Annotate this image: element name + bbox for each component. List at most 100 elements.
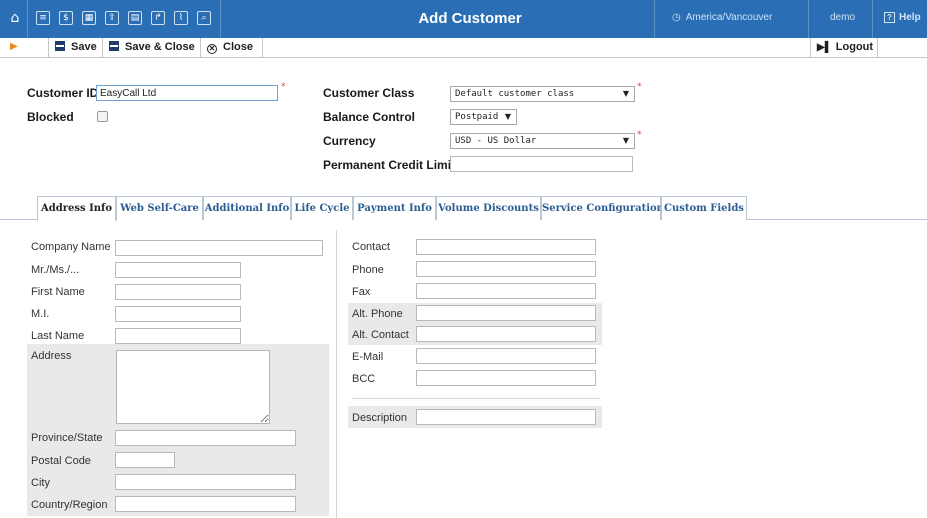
description-label: Description bbox=[352, 412, 408, 424]
customer-class-value: Default customer class bbox=[455, 89, 575, 99]
chevron-down-icon: ▼ bbox=[504, 112, 511, 121]
alt-phone-input[interactable] bbox=[416, 305, 596, 321]
company-name-label: Company Name bbox=[31, 241, 111, 253]
city-label: City bbox=[31, 477, 50, 489]
blocked-checkbox[interactable] bbox=[97, 111, 108, 122]
address-label: Address bbox=[31, 350, 72, 362]
required-mark: * bbox=[637, 130, 642, 140]
timezone-link[interactable]: ◷ America/Vancouver bbox=[672, 12, 772, 23]
phone-input[interactable] bbox=[416, 261, 596, 277]
divider bbox=[27, 0, 28, 38]
chevron-down-icon: ▼ bbox=[622, 136, 629, 145]
save-close-button[interactable]: Save & Close bbox=[103, 38, 201, 57]
save-button[interactable]: Save bbox=[48, 38, 103, 57]
tab-web-self-care[interactable]: Web Self-Care bbox=[116, 196, 203, 220]
logout-button[interactable]: ▶▌ Logout bbox=[810, 38, 878, 57]
divider bbox=[872, 0, 873, 38]
dollar-icon[interactable]: $ bbox=[59, 11, 73, 25]
last-name-label: Last Name bbox=[31, 330, 85, 342]
divider bbox=[808, 0, 809, 38]
credit-limit-input[interactable] bbox=[450, 156, 633, 172]
fax-input[interactable] bbox=[416, 283, 596, 299]
province-label: Province/State bbox=[31, 432, 103, 444]
close-label: Close bbox=[223, 41, 253, 53]
currency-label: Currency bbox=[323, 134, 376, 148]
alt-phone-label: Alt. Phone bbox=[352, 308, 403, 320]
contact-input[interactable] bbox=[416, 239, 596, 255]
upload-icon[interactable]: ⇧ bbox=[105, 11, 119, 25]
home-icon[interactable]: ⌂ bbox=[8, 11, 22, 25]
save-close-icon bbox=[109, 41, 119, 51]
tab-address-info[interactable]: Address Info bbox=[37, 196, 116, 221]
tab-payment-info[interactable]: Payment Info bbox=[353, 196, 436, 220]
top-navigation-bar: ⌂ ≡ $ ▦ ⇧ ▤ ↱ ⌇ ⌕ Add Customer ◷ America… bbox=[0, 0, 927, 38]
phone-label: Phone bbox=[352, 264, 384, 276]
transfer-icon[interactable]: ↱ bbox=[151, 11, 165, 25]
alt-contact-input[interactable] bbox=[416, 326, 596, 342]
last-name-input[interactable] bbox=[115, 328, 241, 344]
close-button[interactable]: ✕ Close bbox=[201, 38, 263, 57]
toolbar-arrow-icon: ▶ bbox=[10, 41, 18, 52]
required-mark: * bbox=[637, 82, 642, 92]
customer-id-label: Customer ID bbox=[27, 86, 99, 100]
postal-code-label: Postal Code bbox=[31, 455, 91, 467]
grid-icon[interactable]: ▦ bbox=[82, 11, 96, 25]
country-label: Country/Region bbox=[31, 499, 108, 511]
logout-label: Logout bbox=[835, 41, 874, 53]
province-input[interactable] bbox=[115, 430, 296, 446]
alt-contact-label: Alt. Contact bbox=[352, 329, 409, 341]
chart-icon[interactable]: ⌇ bbox=[174, 11, 188, 25]
balance-control-value: Postpaid bbox=[455, 112, 499, 122]
save-label: Save bbox=[71, 41, 97, 53]
mi-label: M.I. bbox=[31, 308, 50, 320]
credit-limit-label: Permanent Credit Limit bbox=[323, 158, 456, 172]
customer-class-select[interactable]: Default customer class ▼ bbox=[450, 86, 635, 102]
divider bbox=[654, 0, 655, 38]
city-input[interactable] bbox=[115, 474, 296, 490]
help-label: Help bbox=[899, 12, 921, 23]
contact-label: Contact bbox=[352, 241, 390, 253]
divider bbox=[352, 398, 600, 399]
currency-select[interactable]: USD - US Dollar ▼ bbox=[450, 133, 635, 149]
help-link[interactable]: ? Help bbox=[884, 12, 921, 23]
search-icon[interactable]: ⌕ bbox=[197, 11, 211, 25]
user-link[interactable]: demo bbox=[830, 12, 855, 23]
company-name-input[interactable] bbox=[115, 240, 323, 256]
help-icon: ? bbox=[884, 12, 895, 23]
close-icon: ✕ bbox=[207, 44, 217, 54]
tab-additional-info[interactable]: Additional Info bbox=[203, 196, 291, 220]
divider bbox=[220, 0, 221, 38]
required-mark: * bbox=[281, 82, 286, 92]
chevron-down-icon: ▼ bbox=[622, 89, 629, 98]
logout-icon: ▶▌ bbox=[817, 42, 832, 53]
fax-label: Fax bbox=[352, 286, 371, 298]
salutation-input[interactable] bbox=[115, 262, 241, 278]
first-name-input[interactable] bbox=[115, 284, 241, 300]
country-input[interactable] bbox=[115, 496, 296, 512]
tab-service-configuration[interactable]: Service Configuration bbox=[541, 196, 664, 220]
timezone-label: America/Vancouver bbox=[685, 12, 773, 23]
list-icon[interactable]: ≡ bbox=[36, 11, 50, 25]
email-input[interactable] bbox=[416, 348, 596, 364]
tab-life-cycle[interactable]: Life Cycle bbox=[291, 196, 353, 220]
first-name-label: First Name bbox=[31, 286, 85, 298]
postal-code-input[interactable] bbox=[115, 452, 175, 468]
tab-volume-discounts[interactable]: Volume Discounts bbox=[436, 196, 541, 220]
salutation-label: Mr./Ms./... bbox=[31, 264, 80, 276]
bcc-label: BCC bbox=[352, 373, 376, 385]
config-icon[interactable]: ▤ bbox=[128, 11, 142, 25]
tab-custom-fields[interactable]: Custom Fields bbox=[661, 196, 747, 220]
customer-class-label: Customer Class bbox=[323, 86, 415, 100]
action-toolbar: ▶ Save Save & Close ✕ Close ▶▌ Logout bbox=[0, 38, 927, 58]
page-title: Add Customer bbox=[418, 10, 522, 27]
customer-id-input[interactable] bbox=[96, 85, 278, 101]
clock-icon: ◷ bbox=[672, 12, 681, 23]
bcc-input[interactable] bbox=[416, 370, 596, 386]
save-close-label: Save & Close bbox=[125, 41, 195, 53]
balance-control-select[interactable]: Postpaid ▼ bbox=[450, 109, 517, 125]
description-input[interactable] bbox=[416, 409, 596, 425]
balance-control-label: Balance Control bbox=[323, 110, 416, 124]
blocked-label: Blocked bbox=[27, 110, 74, 124]
address-textarea[interactable] bbox=[116, 350, 270, 424]
mi-input[interactable] bbox=[115, 306, 241, 322]
